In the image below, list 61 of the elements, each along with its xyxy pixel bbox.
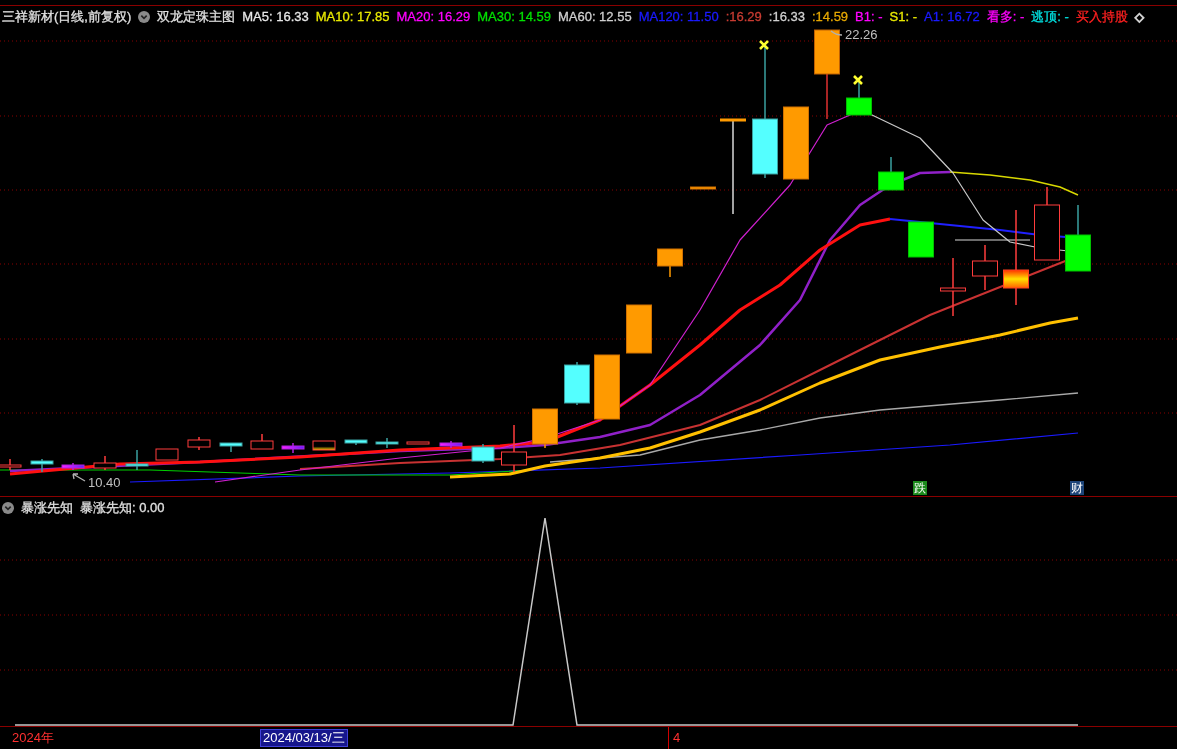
candle	[501, 424, 527, 473]
candle	[594, 354, 620, 420]
high-price-label: 22.26	[845, 27, 878, 42]
candle	[312, 440, 336, 451]
candle	[30, 458, 54, 473]
indicator-name: 双龙定珠主图	[157, 8, 236, 26]
indicator-value: 逃顶: -	[1031, 8, 1069, 26]
indicator-value: :14.59	[811, 8, 849, 26]
candle	[93, 455, 117, 471]
indicator-value: MA10: 17.85	[315, 8, 390, 26]
indicator-value: 暴涨先知: 0.00	[80, 499, 165, 517]
candle	[155, 448, 179, 461]
indicator-value: :16.33	[768, 8, 805, 26]
month-label: 4	[668, 727, 681, 749]
indicator-value: 买入持股	[1075, 8, 1128, 26]
stock-title: 三祥新材(日线,前复权)	[2, 8, 132, 26]
candle	[657, 248, 683, 278]
leader-line	[830, 30, 843, 36]
indicator-value: S1: -	[889, 8, 918, 26]
x-mark-icon	[852, 74, 864, 86]
indicator-value: MA60: 12.55	[557, 8, 632, 26]
candle	[219, 442, 243, 453]
indicator-value: MA30: 14.59	[477, 8, 551, 26]
diamond-symbol: ◇	[1134, 9, 1145, 26]
indicator-value: 看多: -	[986, 8, 1025, 26]
candle	[61, 462, 85, 471]
chevron-circle-icon[interactable]	[138, 11, 151, 23]
candle	[375, 437, 399, 449]
indicator-value: MA120: 11.50	[638, 8, 719, 26]
low-price-label: 10.40	[88, 475, 121, 490]
indicator-value: :16.29	[725, 8, 762, 26]
indicator-value: A1: 16.72	[924, 8, 980, 26]
candle	[344, 439, 368, 446]
candle	[972, 244, 998, 291]
candle	[626, 304, 652, 354]
candle	[690, 186, 716, 190]
candle	[125, 449, 149, 471]
candle	[940, 257, 966, 317]
candle	[846, 79, 872, 116]
indicator-value: MA5: 16.33	[242, 8, 309, 26]
indicator-value: MA20: 16.29	[396, 8, 471, 26]
candle	[250, 433, 274, 450]
candle	[1065, 204, 1091, 272]
candle	[471, 443, 495, 464]
candle	[532, 408, 558, 449]
year-label: 2024年	[11, 730, 54, 746]
indicator-name: 暴涨先知	[21, 499, 73, 517]
candle	[439, 440, 463, 449]
candle	[187, 436, 211, 451]
candle	[564, 361, 590, 406]
cursor-date-label: 2024/03/13/三	[260, 729, 348, 747]
chevron-circle-icon[interactable]	[2, 502, 14, 514]
candle	[406, 441, 430, 445]
candle	[908, 221, 934, 258]
signal-tag: 跌	[913, 481, 927, 495]
x-mark-icon	[758, 39, 770, 51]
indicator-value: B1: -	[855, 8, 883, 26]
signal-tag: 财	[1070, 481, 1084, 495]
candle	[281, 442, 305, 454]
candle	[878, 156, 904, 191]
leader-line	[72, 473, 86, 482]
